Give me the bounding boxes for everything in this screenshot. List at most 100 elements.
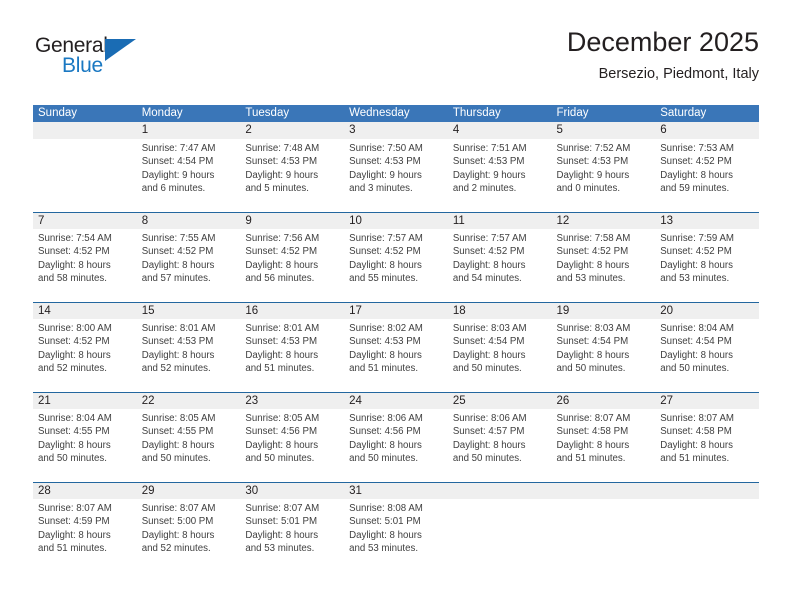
day-cell[interactable]: Sunrise: 8:01 AM Sunset: 4:53 PM Dayligh… — [136, 319, 241, 392]
day-number[interactable]: 30 — [240, 481, 345, 499]
day-number[interactable]: 28 — [33, 481, 137, 499]
day-cell[interactable]: Sunrise: 8:07 AM Sunset: 5:00 PM Dayligh… — [136, 499, 241, 561]
day-cell[interactable]: Sunrise: 8:07 AM Sunset: 4:58 PM Dayligh… — [655, 409, 759, 482]
daylight-text-line2: and 52 minutes. — [141, 542, 211, 554]
sunset-text: Sunset: 4:52 PM — [556, 246, 629, 258]
sunset-text: Sunset: 4:53 PM — [452, 156, 525, 168]
day-cell[interactable]: Sunrise: 8:05 AM Sunset: 4:55 PM Dayligh… — [136, 409, 241, 482]
daylight-text-line1: Daylight: 8 hours — [141, 259, 215, 271]
page-title: December 2025 — [566, 27, 759, 57]
day-cell[interactable]: Sunrise: 7:59 AM Sunset: 4:52 PM Dayligh… — [655, 229, 759, 302]
day-number[interactable]: 27 — [655, 391, 759, 409]
day-number[interactable]: 14 — [33, 301, 137, 319]
day-number[interactable]: 12 — [551, 211, 656, 229]
day-number[interactable]: 25 — [447, 391, 552, 409]
day-number[interactable]: 15 — [136, 301, 241, 319]
day-cell[interactable]: Sunrise: 7:50 AM Sunset: 4:53 PM Dayligh… — [344, 139, 448, 212]
daylight-text-line1: Daylight: 9 hours — [452, 169, 526, 181]
day-number[interactable]: 7 — [33, 211, 137, 229]
day-number[interactable]: 16 — [240, 301, 345, 319]
day-cell[interactable]: Sunrise: 7:53 AM Sunset: 4:52 PM Dayligh… — [655, 139, 759, 212]
day-number[interactable] — [33, 122, 137, 139]
page-subtitle: Bersezio, Piedmont, Italy — [598, 66, 759, 82]
day-number[interactable]: 17 — [344, 301, 448, 319]
day-cell[interactable]: Sunrise: 8:00 AM Sunset: 4:52 PM Dayligh… — [33, 319, 137, 392]
day-cell[interactable] — [447, 499, 552, 561]
day-cell[interactable]: Sunrise: 8:01 AM Sunset: 4:53 PM Dayligh… — [240, 319, 345, 392]
daylight-text-line1: Daylight: 8 hours — [349, 349, 422, 361]
masthead: General Blue December 2025 Bersezio, Pie… — [33, 26, 759, 96]
day-cell[interactable]: Sunrise: 8:07 AM Sunset: 5:01 PM Dayligh… — [240, 499, 345, 561]
sunset-text: Sunset: 4:55 PM — [141, 426, 214, 438]
day-number[interactable]: 5 — [551, 122, 656, 139]
day-number[interactable]: 9 — [240, 211, 345, 229]
day-number[interactable]: 1 — [136, 122, 241, 139]
day-cell[interactable]: Sunrise: 7:57 AM Sunset: 4:52 PM Dayligh… — [344, 229, 448, 302]
day-number[interactable]: 13 — [655, 211, 759, 229]
week-number-row: 1 2 3 4 5 6 — [33, 122, 759, 139]
day-number[interactable]: 11 — [447, 211, 552, 229]
day-cell[interactable]: Sunrise: 7:56 AM Sunset: 4:52 PM Dayligh… — [240, 229, 345, 302]
day-number[interactable]: 21 — [33, 391, 137, 409]
day-number[interactable]: 6 — [655, 122, 759, 139]
day-cell[interactable]: Sunrise: 8:03 AM Sunset: 4:54 PM Dayligh… — [447, 319, 552, 392]
sunrise-text: Sunrise: 7:48 AM — [245, 143, 320, 154]
day-cell[interactable]: Sunrise: 7:54 AM Sunset: 4:52 PM Dayligh… — [33, 229, 137, 302]
day-cell[interactable]: Sunrise: 7:48 AM Sunset: 4:53 PM Dayligh… — [240, 139, 345, 212]
daylight-text-line2: and 58 minutes. — [38, 272, 107, 284]
sunset-text: Sunset: 4:54 PM — [556, 336, 629, 348]
day-cell[interactable]: Sunrise: 7:58 AM Sunset: 4:52 PM Dayligh… — [551, 229, 656, 302]
day-number[interactable] — [447, 481, 552, 499]
day-number[interactable]: 22 — [136, 391, 241, 409]
week-detail-row: Sunrise: 8:04 AM Sunset: 4:55 PM Dayligh… — [33, 409, 759, 482]
day-cell[interactable]: Sunrise: 8:03 AM Sunset: 4:54 PM Dayligh… — [551, 319, 656, 392]
sunrise-text: Sunrise: 7:56 AM — [245, 233, 320, 244]
day-cell[interactable]: Sunrise: 8:02 AM Sunset: 4:53 PM Dayligh… — [344, 319, 448, 392]
sunrise-text: Sunrise: 8:07 AM — [556, 413, 631, 424]
day-number[interactable]: 19 — [551, 301, 656, 319]
day-cell[interactable]: Sunrise: 8:04 AM Sunset: 4:54 PM Dayligh… — [655, 319, 759, 392]
day-cell[interactable]: Sunrise: 8:05 AM Sunset: 4:56 PM Dayligh… — [240, 409, 345, 482]
day-cell[interactable]: Sunrise: 7:51 AM Sunset: 4:53 PM Dayligh… — [447, 139, 552, 212]
day-cell[interactable]: Sunrise: 8:06 AM Sunset: 4:57 PM Dayligh… — [447, 409, 552, 482]
triangle-logo-icon — [105, 39, 136, 61]
day-number[interactable] — [655, 481, 759, 499]
daylight-text-line2: and 53 minutes. — [556, 272, 626, 284]
daylight-text-line2: and 50 minutes. — [245, 452, 315, 464]
day-number[interactable]: 4 — [447, 122, 552, 139]
day-number[interactable]: 2 — [240, 122, 345, 139]
sunset-text: Sunset: 4:52 PM — [38, 246, 110, 258]
daylight-text-line2: and 57 minutes. — [141, 272, 211, 284]
day-number[interactable]: 31 — [344, 481, 448, 499]
title-block: December 2025 Bersezio, Piedmont, Italy — [567, 26, 759, 84]
sunset-text: Sunset: 4:52 PM — [141, 246, 214, 258]
day-number[interactable]: 26 — [551, 391, 656, 409]
day-number[interactable] — [551, 481, 656, 499]
day-number[interactable]: 20 — [655, 301, 759, 319]
day-number[interactable]: 29 — [136, 481, 241, 499]
day-number[interactable]: 23 — [240, 391, 345, 409]
day-cell[interactable]: Sunrise: 7:52 AM Sunset: 4:53 PM Dayligh… — [551, 139, 656, 212]
day-cell[interactable]: Sunrise: 8:07 AM Sunset: 4:58 PM Dayligh… — [551, 409, 656, 482]
sunrise-text: Sunrise: 7:59 AM — [660, 233, 734, 244]
day-cell[interactable] — [33, 139, 137, 212]
day-number[interactable]: 3 — [344, 122, 448, 139]
day-number[interactable]: 18 — [447, 301, 552, 319]
day-number[interactable]: 24 — [344, 391, 448, 409]
week-detail-row: Sunrise: 8:07 AM Sunset: 4:59 PM Dayligh… — [33, 499, 759, 561]
day-cell[interactable]: Sunrise: 8:04 AM Sunset: 4:55 PM Dayligh… — [33, 409, 137, 482]
day-cell[interactable]: Sunrise: 8:07 AM Sunset: 4:59 PM Dayligh… — [33, 499, 137, 561]
sunrise-text: Sunrise: 8:01 AM — [141, 323, 216, 334]
day-cell[interactable]: Sunrise: 7:57 AM Sunset: 4:52 PM Dayligh… — [447, 229, 552, 302]
day-number[interactable]: 10 — [344, 211, 448, 229]
day-cell[interactable] — [551, 499, 656, 561]
day-cell[interactable] — [655, 499, 759, 561]
sunrise-text: Sunrise: 8:07 AM — [141, 503, 216, 514]
day-cell[interactable]: Sunrise: 7:55 AM Sunset: 4:52 PM Dayligh… — [136, 229, 241, 302]
day-cell[interactable]: Sunrise: 8:06 AM Sunset: 4:56 PM Dayligh… — [344, 409, 448, 482]
day-cell[interactable]: Sunrise: 8:08 AM Sunset: 5:01 PM Dayligh… — [344, 499, 448, 561]
sunset-text: Sunset: 4:54 PM — [452, 336, 525, 348]
sunset-text: Sunset: 4:58 PM — [660, 426, 732, 438]
day-number[interactable]: 8 — [136, 211, 241, 229]
day-cell[interactable]: Sunrise: 7:47 AM Sunset: 4:54 PM Dayligh… — [136, 139, 241, 212]
